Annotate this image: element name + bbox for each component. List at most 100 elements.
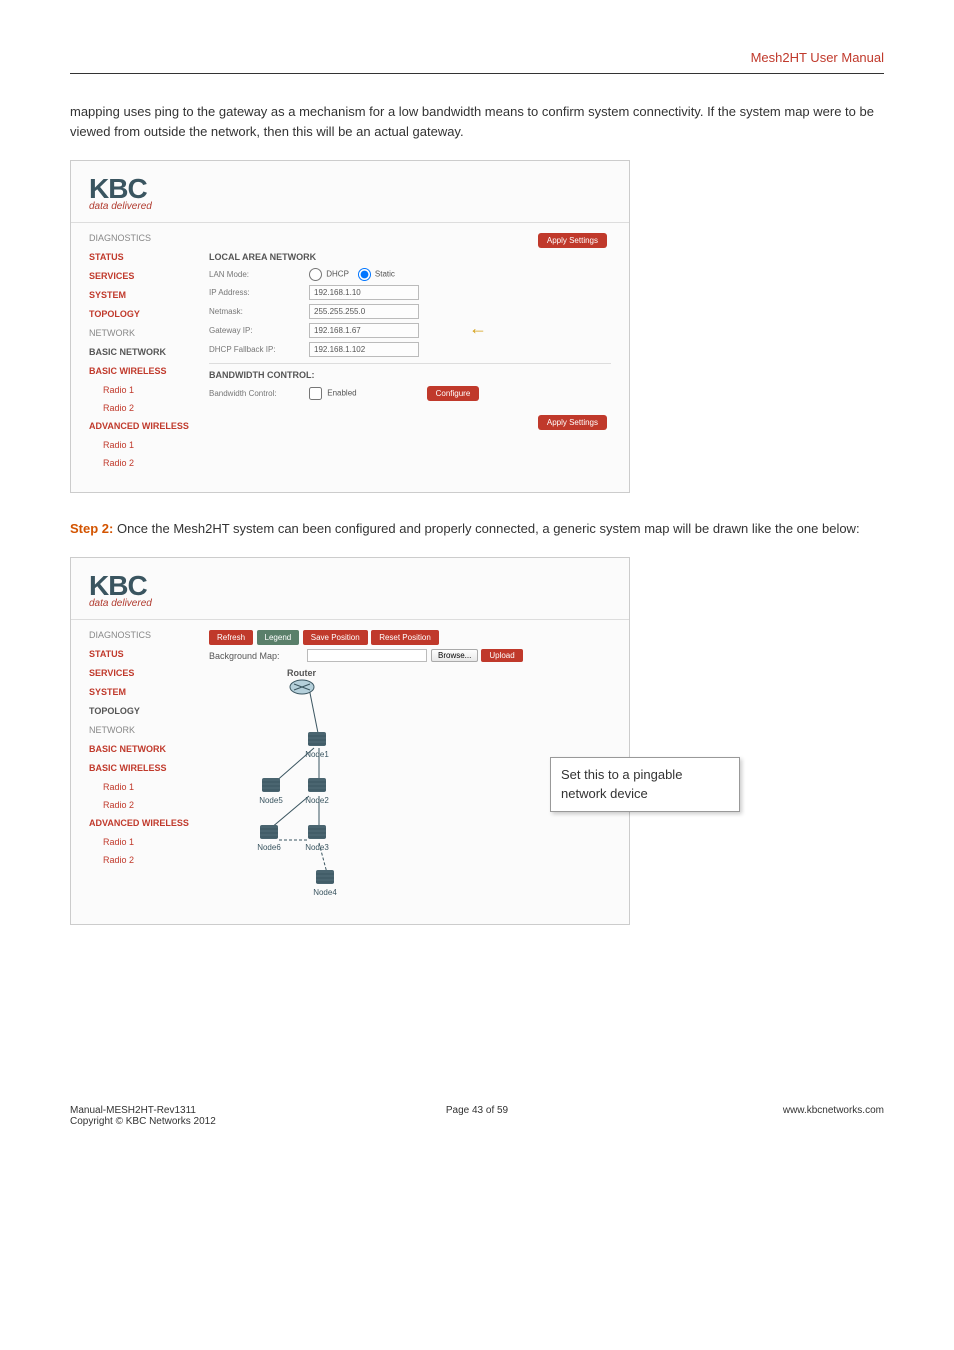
upload-button[interactable]: Upload <box>481 649 522 662</box>
kbc-logo: KBC data delivered <box>71 161 629 216</box>
router-label: Router <box>287 668 316 678</box>
node5[interactable]: Node5 <box>259 776 283 805</box>
nav2-radio1[interactable]: Radio 1 <box>103 782 209 792</box>
section-divider <box>209 363 611 364</box>
nav2-diagnostics[interactable]: DIAGNOSTICS <box>89 630 209 640</box>
configure-button[interactable]: Configure <box>427 386 480 401</box>
nav2-advanced-wireless[interactable]: ADVANCED WIRELESS <box>89 818 209 828</box>
background-map-file-input[interactable] <box>307 649 427 662</box>
main-content: Apply Settings LOCAL AREA NETWORK LAN Mo… <box>209 233 611 476</box>
background-map-row: Background Map: Browse... Upload <box>209 649 611 662</box>
nav2-services[interactable]: SERVICES <box>89 668 209 678</box>
nav-basic-wireless[interactable]: BASIC WIRELESS <box>89 366 209 376</box>
node4-label: Node4 <box>313 888 337 897</box>
nav-system[interactable]: SYSTEM <box>89 290 209 300</box>
row-bandwidth: Bandwidth Control: Enabled Configure <box>209 386 611 401</box>
logo-tagline: data delivered <box>89 201 611 212</box>
nav-adv-radio1[interactable]: Radio 1 <box>103 440 209 450</box>
refresh-button[interactable]: Refresh <box>209 630 253 645</box>
page-header-title: Mesh2HT User Manual <box>70 50 884 65</box>
nav-advanced-wireless[interactable]: ADVANCED WIRELESS <box>89 421 209 431</box>
nav2-adv-radio1[interactable]: Radio 1 <box>103 837 209 847</box>
callout-box: Set this to a pingable network device <box>550 757 740 811</box>
node3-label: Node3 <box>305 843 329 852</box>
screenshot-topology-map: KBC data delivered DIAGNOSTICS STATUS SE… <box>70 557 630 925</box>
nav-diagnostics[interactable]: DIAGNOSTICS <box>89 233 209 243</box>
gateway-input[interactable] <box>309 323 419 338</box>
node6-label: Node6 <box>257 843 281 852</box>
apply-settings-top-button[interactable]: Apply Settings <box>538 233 607 248</box>
nav-topology[interactable]: TOPOLOGY <box>89 309 209 319</box>
node-icon <box>257 823 281 843</box>
footer-copyright: Copyright © KBC Networks 2012 <box>70 1116 339 1127</box>
background-map-label: Background Map: <box>209 651 299 661</box>
nav-network[interactable]: NETWORK <box>89 328 209 338</box>
legend-button[interactable]: Legend <box>257 630 300 645</box>
node3[interactable]: Node3 <box>305 823 329 852</box>
nav2-topology[interactable]: TOPOLOGY <box>89 706 209 716</box>
lan-mode-dhcp-text: DHCP <box>326 270 349 279</box>
node1-label: Node1 <box>305 750 329 759</box>
arrow-annotation-icon: ← <box>469 319 487 337</box>
topology-toolbar: Refresh Legend Save Position Reset Posit… <box>209 630 611 645</box>
footer-page-number: Page 43 of 59 <box>343 1105 612 1127</box>
row-netmask: Netmask: <box>209 304 611 319</box>
node4[interactable]: Node4 <box>313 868 337 897</box>
nav-radio1[interactable]: Radio 1 <box>103 385 209 395</box>
row-ip-address: IP Address: <box>209 285 611 300</box>
browse-button[interactable]: Browse... <box>431 649 478 662</box>
screenshot-lan-settings: KBC data delivered DIAGNOSTICS STATUS SE… <box>70 160 630 493</box>
lan-mode-dhcp-radio[interactable] <box>309 268 322 281</box>
nav-adv-radio2[interactable]: Radio 2 <box>103 458 209 468</box>
footer-url: www.kbcnetworks.com <box>615 1105 884 1127</box>
node1[interactable]: Node1 <box>305 730 329 759</box>
node5-label: Node5 <box>259 796 283 805</box>
gateway-label: Gateway IP: <box>209 326 309 335</box>
fallback-input[interactable] <box>309 342 419 357</box>
bandwidth-label: Bandwidth Control: <box>209 389 309 398</box>
nav2-adv-radio2[interactable]: Radio 2 <box>103 855 209 865</box>
node-icon <box>305 730 329 750</box>
logo-text-2: KBC <box>89 572 611 600</box>
nav2-network[interactable]: NETWORK <box>89 725 209 735</box>
logo-tagline-2: data delivered <box>89 598 611 609</box>
node2[interactable]: Node2 <box>305 776 329 805</box>
logo-text: KBC <box>89 175 611 203</box>
node-icon <box>305 823 329 843</box>
section-bw-label: BANDWIDTH CONTROL: <box>209 370 611 380</box>
netmask-input[interactable] <box>309 304 419 319</box>
nav-basic-network[interactable]: BASIC NETWORK <box>89 347 209 357</box>
save-position-button[interactable]: Save Position <box>303 630 368 645</box>
fallback-label: DHCP Fallback IP: <box>209 345 309 354</box>
sidebar-nav-2: DIAGNOSTICS STATUS SERVICES SYSTEM TOPOL… <box>89 630 209 908</box>
node-icon <box>259 776 283 796</box>
section-lan-label: LOCAL AREA NETWORK <box>209 252 611 262</box>
node-icon <box>305 776 329 796</box>
apply-settings-bottom-button[interactable]: Apply Settings <box>538 415 607 430</box>
nav2-status[interactable]: STATUS <box>89 649 209 659</box>
node6[interactable]: Node6 <box>257 823 281 852</box>
nav2-system[interactable]: SYSTEM <box>89 687 209 697</box>
nav-services[interactable]: SERVICES <box>89 271 209 281</box>
bandwidth-enabled-checkbox[interactable] <box>309 387 322 400</box>
footer-manual-id: Manual-MESH2HT-Rev1311 <box>70 1105 339 1116</box>
header-divider <box>70 73 884 74</box>
step2-text: Once the Mesh2HT system can been configu… <box>113 521 859 536</box>
ip-address-input[interactable] <box>309 285 419 300</box>
reset-position-button[interactable]: Reset Position <box>371 630 439 645</box>
nav-radio2[interactable]: Radio 2 <box>103 403 209 413</box>
nav2-radio2[interactable]: Radio 2 <box>103 800 209 810</box>
node2-label: Node2 <box>305 796 329 805</box>
bandwidth-enabled-text: Enabled <box>327 389 356 398</box>
intro-paragraph: mapping uses ping to the gateway as a me… <box>70 102 884 142</box>
nav-status[interactable]: STATUS <box>89 252 209 262</box>
kbc-logo-2: KBC data delivered <box>71 558 629 613</box>
nav2-basic-network[interactable]: BASIC NETWORK <box>89 744 209 754</box>
lan-mode-static-radio[interactable] <box>358 268 371 281</box>
topology-map-canvas: Router Node1 Node5 N <box>209 668 469 908</box>
router-node[interactable]: Router <box>287 668 316 696</box>
page-footer: Manual-MESH2HT-Rev1311 Copyright © KBC N… <box>70 1105 884 1127</box>
node-icon <box>313 868 337 888</box>
nav2-basic-wireless[interactable]: BASIC WIRELESS <box>89 763 209 773</box>
lan-mode-static-text: Static <box>375 270 395 279</box>
